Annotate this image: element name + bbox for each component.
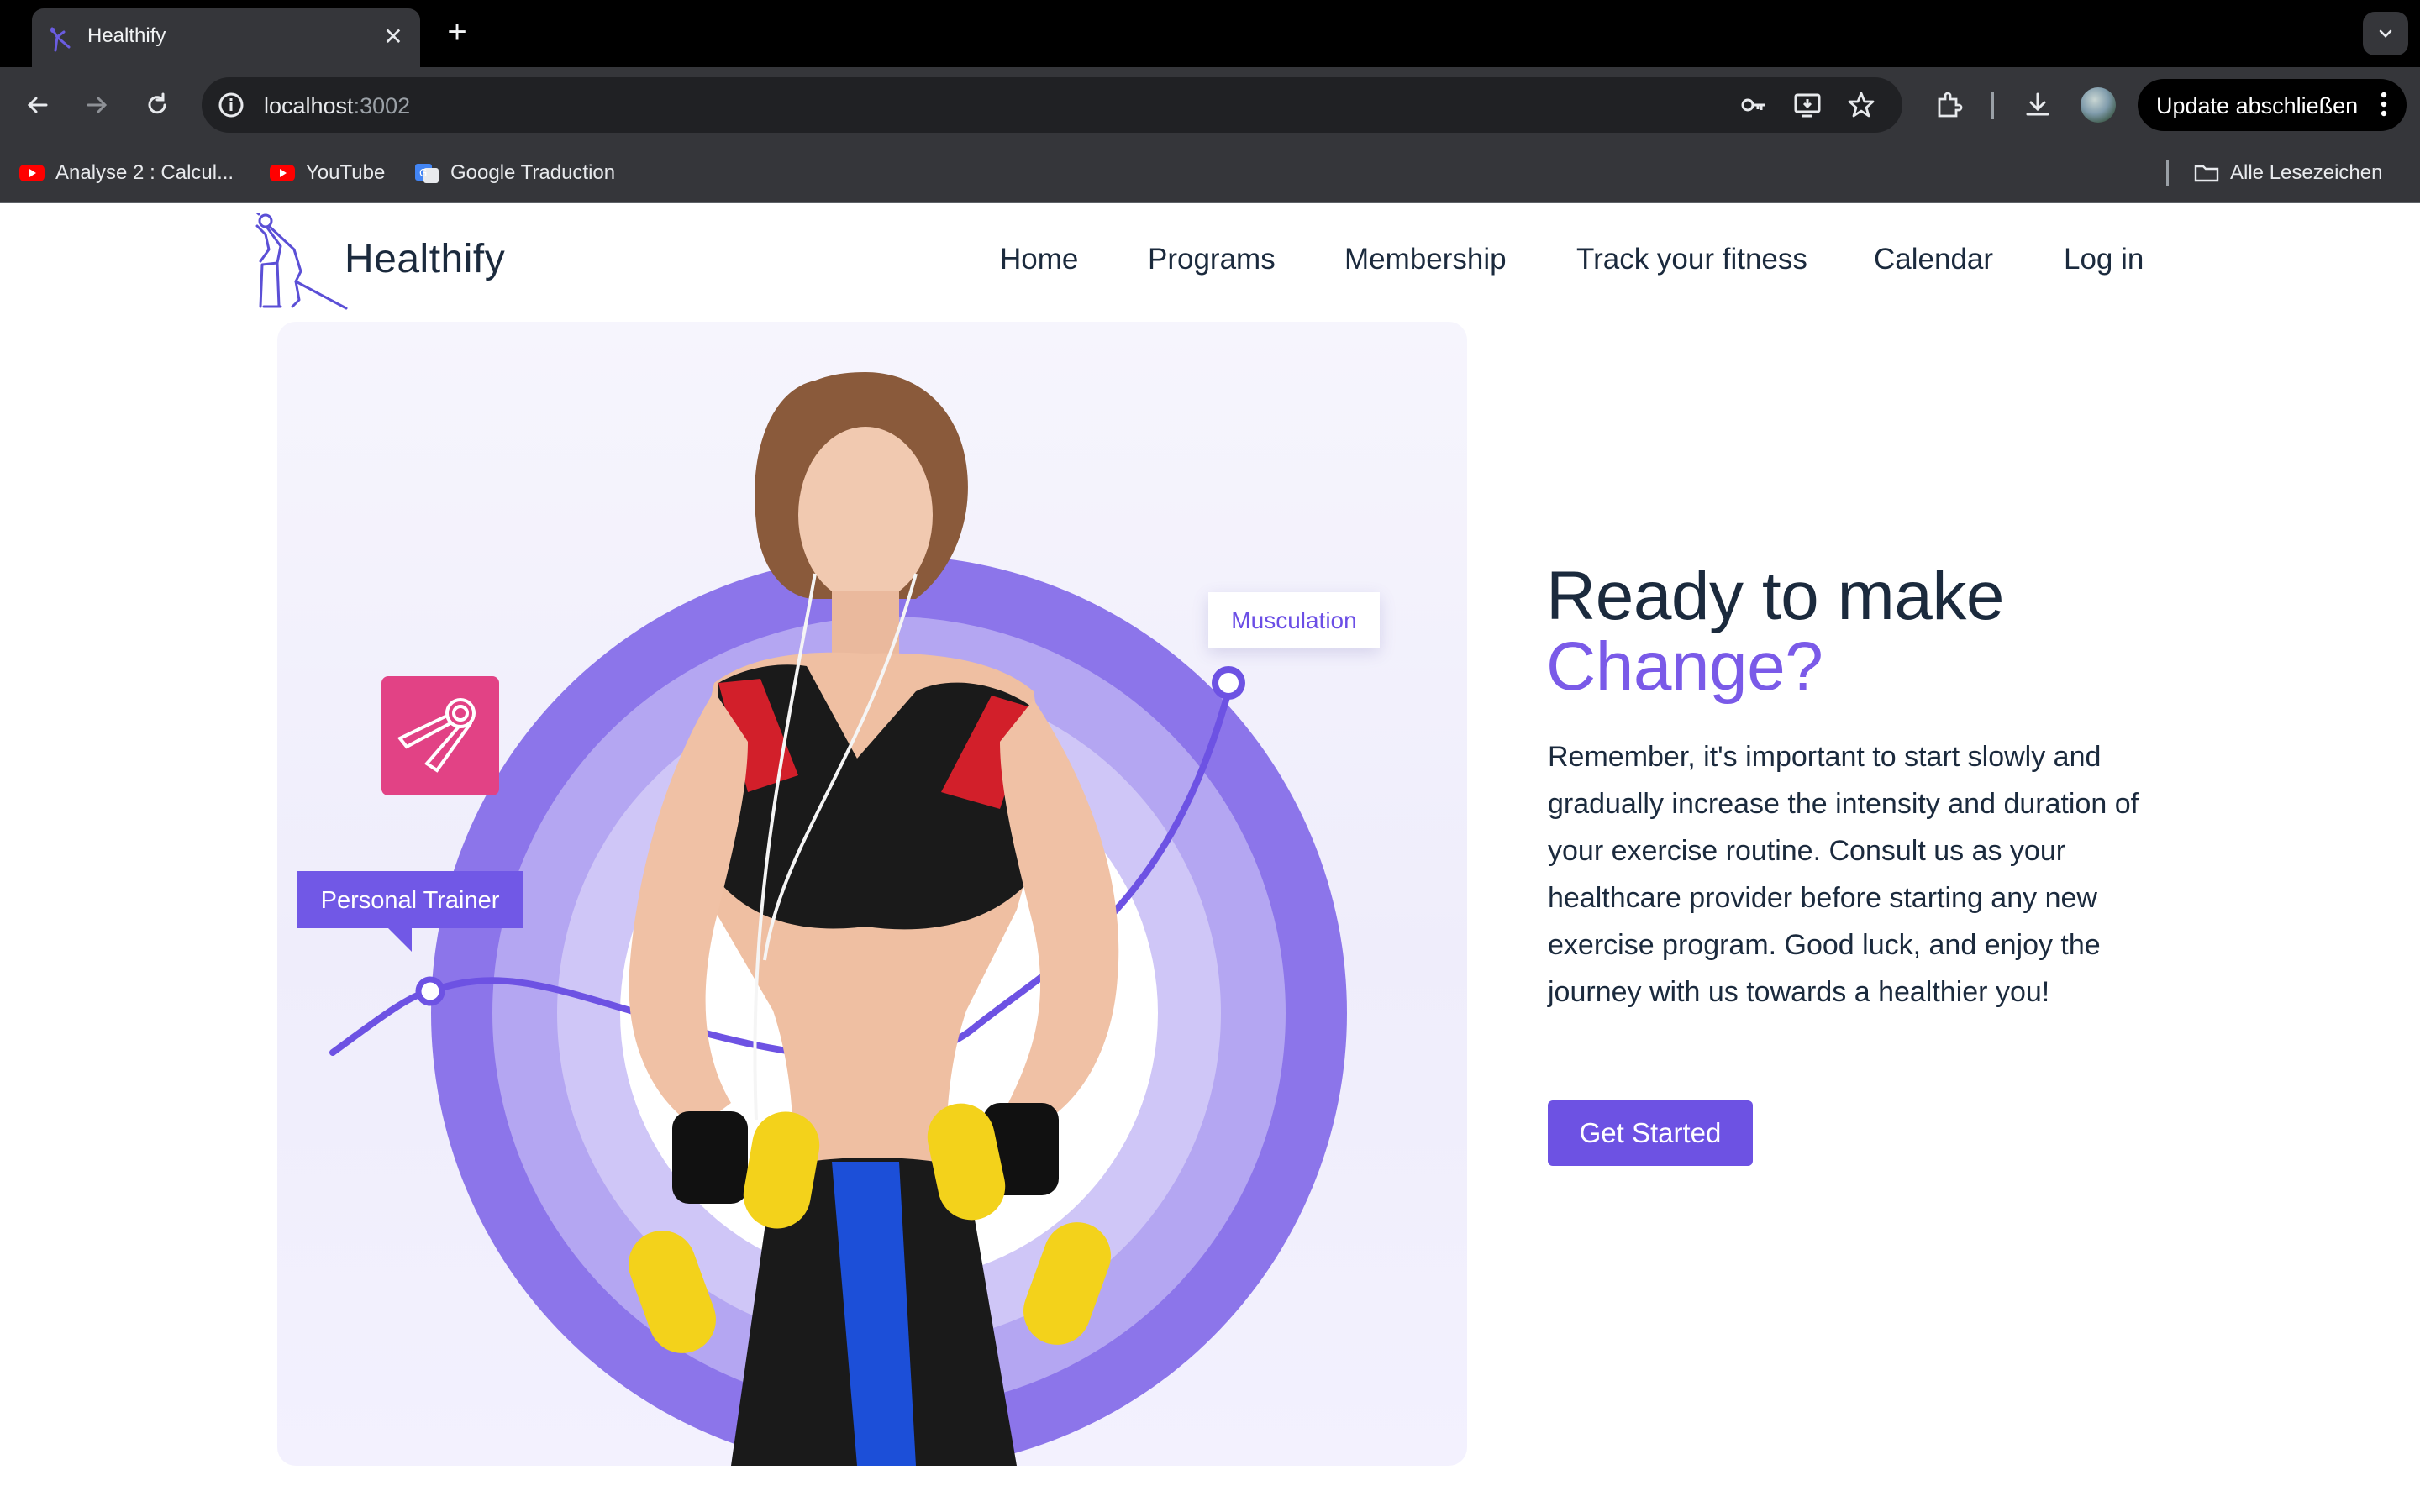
- brand-name[interactable]: Healthify: [345, 236, 505, 282]
- curve-point-left: [415, 976, 445, 1006]
- toolbar-separator: [1991, 92, 1994, 119]
- personal-trainer-tag-label: Personal Trainer: [320, 887, 500, 914]
- bookmark-label: YouTube: [306, 161, 386, 184]
- back-button[interactable]: [18, 86, 57, 124]
- downloads-button[interactable]: [2018, 86, 2057, 124]
- nav-calendar[interactable]: Calendar: [1874, 243, 1993, 276]
- svg-text:G: G: [419, 167, 427, 179]
- bookmark-label: Analyse 2 : Calcul...: [55, 161, 234, 184]
- folder-icon: [2194, 165, 2219, 182]
- arrow-left-icon: [27, 97, 48, 113]
- password-key-icon[interactable]: [1738, 89, 1770, 121]
- get-started-label: Get Started: [1579, 1117, 1722, 1148]
- tab-title: Healthify: [87, 24, 166, 47]
- reload-button[interactable]: [138, 86, 176, 124]
- download-icon: [2026, 92, 2049, 116]
- youtube-icon: [19, 165, 45, 181]
- hero-paragraph: Remember, it's important to start slowly…: [1548, 741, 2139, 1008]
- hero-image-card: Musculation Personal Trainer: [277, 322, 1467, 1466]
- reload-icon: [148, 92, 166, 114]
- arrow-right-icon: [87, 97, 108, 113]
- page-viewport: Healthify Home Programs Membership Track…: [0, 204, 2420, 1512]
- url-text[interactable]: localhost:3002: [264, 93, 410, 119]
- bookmark-item[interactable]: G Google Traduction: [413, 158, 615, 188]
- musculation-tag-label: Musculation: [1231, 607, 1357, 633]
- bookmark-item[interactable]: YouTube: [269, 158, 385, 188]
- chevron-down-icon: [2379, 29, 2392, 38]
- bookmarks-bar: Analyse 2 : Calcul... YouTube G Google T…: [0, 143, 2420, 203]
- curve-point-right: [1212, 666, 1245, 700]
- musculation-tag: Musculation: [1208, 592, 1380, 648]
- update-button[interactable]: Update abschließen: [2138, 79, 2407, 131]
- browser-toolbar: localhost:3002 Update abschließen: [0, 67, 2420, 143]
- puzzle-icon: [1938, 92, 1963, 118]
- site-info-icon[interactable]: [215, 89, 247, 121]
- extensions-button[interactable]: [1929, 86, 1968, 124]
- all-bookmarks-label: Alle Lesezeichen: [2230, 161, 2383, 184]
- hero-heading-line1: Ready to make: [1546, 558, 2005, 634]
- all-bookmarks-button[interactable]: Alle Lesezeichen: [2193, 158, 2382, 188]
- hand-grip-icon: [397, 698, 476, 773]
- bookmark-star-icon[interactable]: [1845, 89, 1877, 121]
- new-tab-plus-icon[interactable]: +: [439, 15, 476, 52]
- install-app-icon[interactable]: [1791, 89, 1823, 121]
- update-button-label: Update abschließen: [2156, 93, 2359, 118]
- nav-log-in[interactable]: Log in: [2064, 243, 2144, 276]
- nav-home[interactable]: Home: [1000, 243, 1078, 276]
- bookmark-label: Google Traduction: [450, 161, 616, 184]
- forward-button[interactable]: [77, 86, 116, 124]
- hero-heading-line2: Change?: [1546, 628, 1823, 705]
- tag-pointer: [387, 927, 412, 952]
- close-tab-icon[interactable]: ✕: [378, 22, 408, 52]
- bookmarks-separator: [2166, 160, 2169, 186]
- hand-grip-badge: [381, 676, 499, 795]
- google-translate-icon: G: [415, 164, 439, 183]
- browser-tab-strip: Healthify ✕ +: [0, 0, 2420, 67]
- youtube-icon: [270, 165, 295, 181]
- athlete-figure: [629, 372, 1119, 1466]
- browser-tab-active[interactable]: Healthify ✕: [32, 8, 420, 67]
- bookmark-item[interactable]: Analyse 2 : Calcul...: [18, 158, 234, 188]
- nav-track-fitness[interactable]: Track your fitness: [1576, 243, 1807, 276]
- profile-avatar[interactable]: [2081, 87, 2116, 123]
- personal-trainer-tag: Personal Trainer: [297, 871, 523, 928]
- get-started-button[interactable]: Get Started: [1548, 1100, 1753, 1166]
- nav-membership[interactable]: Membership: [1344, 243, 1507, 276]
- more-vertical-icon: [2381, 92, 2387, 117]
- nav-programs[interactable]: Programs: [1148, 243, 1276, 276]
- address-bar[interactable]: localhost:3002: [202, 77, 1902, 133]
- tab-search-button[interactable]: [2363, 12, 2408, 55]
- yoga-logo-icon[interactable]: [252, 213, 353, 310]
- healthify-favicon-icon: [50, 27, 71, 52]
